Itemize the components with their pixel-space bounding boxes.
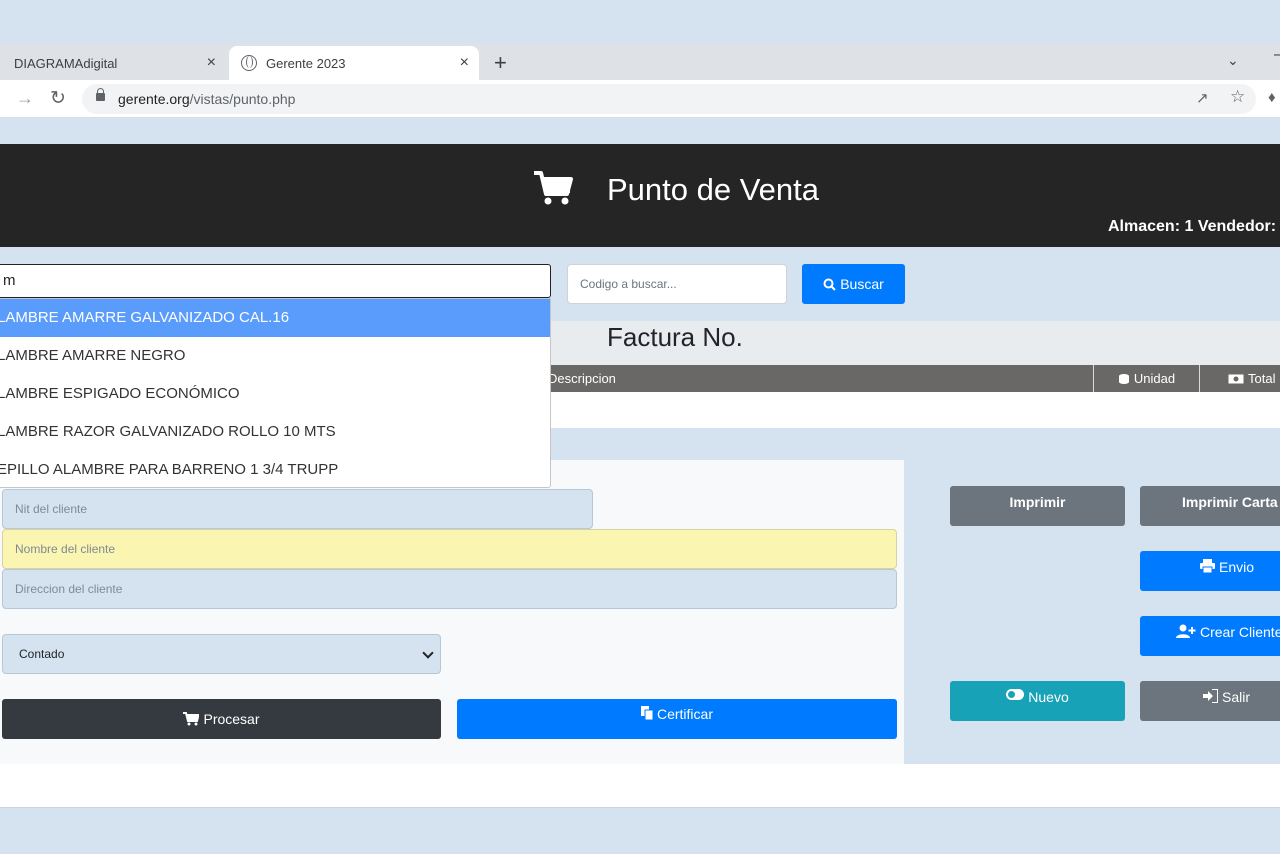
search-button[interactable]: Buscar <box>802 264 905 304</box>
money-bill-icon <box>1228 374 1244 384</box>
payment-type-select[interactable]: Contado <box>2 634 441 674</box>
exit-button-label: Salir <box>1222 689 1251 705</box>
page-title: Punto de Venta <box>607 172 820 207</box>
extensions-puzzle-icon[interactable]: ♦ <box>1268 89 1276 106</box>
create-client-button-label: Crear Cliente <box>1200 624 1280 640</box>
suggestion-item[interactable]: LAMBRE RAZOR GALVANIZADO ROLLO 10 MTS <box>0 413 550 451</box>
browser-toolbar: → ↻ gerente.org/vistas/punto.php ↗ ☆ ♦ <box>0 80 1280 118</box>
print-button-label: Imprimir <box>1009 494 1066 510</box>
column-descripcion: Descripcion <box>548 365 616 392</box>
send-button[interactable]: Envio <box>1140 551 1280 591</box>
client-name-field[interactable]: Nombre del cliente <box>2 529 897 569</box>
invoice-title: Factura No. <box>607 322 743 352</box>
lock-icon[interactable] <box>96 88 105 101</box>
page-footer <box>0 764 1280 808</box>
shopping-cart-icon <box>533 170 573 211</box>
url-path: /vistas/punto.php <box>189 91 296 107</box>
tab-diagramadigital[interactable]: DIAGRAMAdigital × <box>0 46 226 80</box>
column-label: Descripcion <box>548 371 616 386</box>
copy-icon <box>640 706 653 720</box>
search-button-label: Buscar <box>840 276 884 292</box>
print-letter-button[interactable]: Imprimir Carta <box>1140 486 1280 526</box>
certify-button-label: Certificar <box>656 706 713 722</box>
send-button-label: Envio <box>1219 559 1255 575</box>
url-domain: gerente.org <box>118 91 190 107</box>
column-label: Total <box>1248 371 1276 386</box>
tab-search-chevron-icon[interactable]: ⌄ <box>1227 52 1239 69</box>
share-icon[interactable]: ↗ <box>1196 89 1209 107</box>
certify-button[interactable]: Certificar <box>457 699 897 739</box>
payment-type-value: Contado <box>19 647 65 661</box>
exit-button[interactable]: Salir <box>1140 681 1280 721</box>
cart-plus-icon <box>183 712 200 726</box>
column-label: Unidad <box>1133 371 1176 386</box>
toggle-icon <box>1006 689 1025 700</box>
autocomplete-dropdown: LAMBRE AMARRE GALVANIZADO CAL.16 LAMBRE … <box>0 298 551 488</box>
tab-gerente[interactable]: Gerente 2023 × <box>229 46 479 80</box>
browser-tabstrip: DIAGRAMAdigital × Gerente 2023 × + ⌄ – <box>0 44 1280 80</box>
nit-field[interactable]: Nit del cliente <box>2 489 593 529</box>
suggestion-item[interactable]: LAMBRE AMARRE GALVANIZADO CAL.16 <box>0 299 550 337</box>
new-tab-button[interactable]: + <box>494 50 507 76</box>
process-button[interactable]: Procesar <box>2 699 441 739</box>
tab-title: Gerente 2023 <box>266 55 346 71</box>
close-tab-icon[interactable]: × <box>460 54 469 72</box>
printer-icon <box>1200 559 1215 573</box>
search-icon <box>823 278 836 291</box>
url-text[interactable]: gerente.org/vistas/punto.php <box>118 91 295 107</box>
new-button-label: Nuevo <box>1028 689 1069 705</box>
suggestion-item[interactable]: LAMBRE ESPIGADO ECONÓMICO <box>0 375 550 413</box>
coins-icon <box>1118 373 1130 385</box>
suggestion-item[interactable]: EPILLO ALAMBRE PARA BARRENO 1 3/4 TRUPP <box>0 451 550 489</box>
column-total: Total <box>1199 365 1280 392</box>
user-plus-icon <box>1176 624 1196 638</box>
close-tab-icon[interactable]: × <box>207 54 216 72</box>
globe-icon <box>241 55 257 71</box>
column-unidad: Unidad <box>1093 365 1199 392</box>
create-client-button[interactable]: Crear Cliente <box>1140 616 1280 656</box>
reload-icon[interactable]: ↻ <box>50 87 66 110</box>
print-letter-button-label: Imprimir Carta <box>1182 494 1278 510</box>
sign-in-icon <box>1203 689 1218 703</box>
new-button[interactable]: Nuevo <box>950 681 1125 721</box>
minimize-icon[interactable]: – <box>1274 46 1280 64</box>
address-bar[interactable]: gerente.org/vistas/punto.php ↗ ☆ <box>82 84 1256 114</box>
client-address-field[interactable]: Direccion del cliente <box>2 569 897 609</box>
page-header: Punto de Venta Almacen: 1 Vendedor: jol <box>0 144 1280 247</box>
bookmark-star-icon[interactable]: ☆ <box>1230 87 1245 107</box>
product-search-input[interactable]: m <box>0 264 551 298</box>
tab-title: DIAGRAMAdigital <box>14 55 118 71</box>
print-button[interactable]: Imprimir <box>950 486 1125 526</box>
suggestion-item[interactable]: LAMBRE AMARRE NEGRO <box>0 337 550 375</box>
code-search-input[interactable]: Codigo a buscar... <box>567 264 787 304</box>
chevron-down-icon <box>422 647 434 659</box>
store-seller-info: Almacen: 1 Vendedor: jol <box>1108 218 1280 235</box>
forward-arrow-icon[interactable]: → <box>16 88 34 109</box>
process-button-label: Procesar <box>203 711 260 727</box>
